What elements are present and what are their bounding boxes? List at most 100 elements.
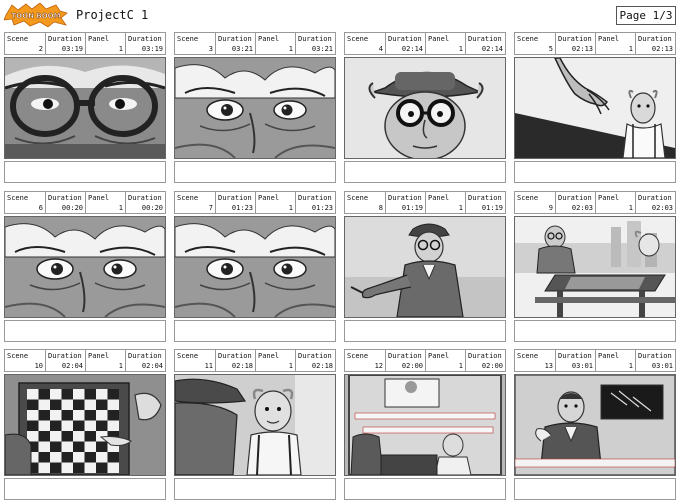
scene-cell: Scene 11	[175, 350, 216, 371]
scene-number: 2	[38, 45, 43, 53]
panel-image-old-man-eyes[interactable]	[4, 216, 166, 318]
scene-duration: 03:01	[571, 362, 593, 370]
scene-label: Scene	[517, 352, 539, 360]
scene-number: 11	[204, 362, 213, 370]
panel-notes-field[interactable]	[4, 161, 166, 183]
panel-notes-field[interactable]	[514, 478, 676, 500]
panel-info-bar: Scene 13 Duration 03:01 Panel 1 Duration…	[514, 349, 676, 372]
panel-label: Panel	[598, 352, 620, 360]
panel-number: 1	[458, 362, 463, 370]
panel-image-hand-old-man[interactable]	[514, 57, 676, 159]
panel-info-bar: Scene 9 Duration 02:03 Panel 1 Duration …	[514, 191, 676, 214]
panel-number: 1	[288, 204, 293, 212]
duration-label: Duration	[638, 35, 672, 43]
panel-image-man-pointing[interactable]	[344, 216, 506, 318]
scene-cell: Scene 4	[345, 33, 386, 54]
panel-image-old-man-eyes[interactable]	[174, 216, 336, 318]
panel-image-eyes-glasses-closeup[interactable]	[4, 57, 166, 159]
scene-label: Scene	[347, 194, 369, 202]
duration-label: Duration	[218, 194, 252, 202]
scene-cell: Scene 5	[515, 33, 556, 54]
panel-cell: Panel 1	[426, 192, 466, 213]
panel-duration-cell: Duration 01:23	[296, 192, 335, 213]
panel-notes-field[interactable]	[174, 320, 336, 342]
panel-duration: 01:19	[481, 204, 503, 212]
panel-cell: Panel 1	[256, 33, 296, 54]
panel-info-bar: Scene 6 Duration 00:20 Panel 1 Duration …	[4, 191, 166, 214]
duration-label: Duration	[128, 352, 162, 360]
scene-duration-cell: Duration 00:20	[46, 192, 86, 213]
panel-info-bar: Scene 2 Duration 03:19 Panel 1 Duration …	[4, 32, 166, 55]
panel-number: 1	[458, 204, 463, 212]
storyboard-header: TOON BOOM ProjectC 1 Page 1/3	[0, 0, 680, 30]
panel-duration-cell: Duration 02:00	[466, 350, 505, 371]
panel-image-tv-emergency[interactable]	[344, 374, 506, 476]
scene-duration: 02:13	[571, 45, 593, 53]
scene-duration-cell: Duration 03:01	[556, 350, 596, 371]
scene-number: 5	[548, 45, 553, 53]
panel-notes-field[interactable]	[514, 320, 676, 342]
panel-image-newscaster[interactable]	[514, 374, 676, 476]
duration-label: Duration	[218, 35, 252, 43]
panel-duration: 01:23	[311, 204, 333, 212]
scene-number: 10	[34, 362, 43, 370]
panel-notes-field[interactable]	[344, 320, 506, 342]
panel-duration-cell: Duration 03:19	[126, 33, 165, 54]
panel-duration-cell: Duration 01:19	[466, 192, 505, 213]
panel-number: 1	[628, 45, 633, 53]
scene-cell: Scene 13	[515, 350, 556, 371]
panel-duration: 03:21	[311, 45, 333, 53]
panel-notes-field[interactable]	[344, 478, 506, 500]
scene-number: 7	[208, 204, 213, 212]
scene-duration-cell: Duration 02:03	[556, 192, 596, 213]
panel-image-man-hat-glasses[interactable]	[344, 57, 506, 159]
panel-notes-field[interactable]	[344, 161, 506, 183]
scene-cell: Scene 12	[345, 350, 386, 371]
scene-duration: 01:19	[401, 204, 423, 212]
panel-notes-field[interactable]	[4, 478, 166, 500]
panel-label: Panel	[428, 352, 450, 360]
panel-duration: 02:14	[481, 45, 503, 53]
panel-cell: Panel 1	[426, 33, 466, 54]
panel-number: 1	[118, 45, 123, 53]
panel-info-bar: Scene 3 Duration 03:21 Panel 1 Duration …	[174, 32, 336, 55]
scene-label: Scene	[517, 35, 539, 43]
panel-notes-field[interactable]	[4, 320, 166, 342]
project-title: ProjectC 1	[76, 8, 149, 22]
duration-label: Duration	[48, 35, 82, 43]
panel-label: Panel	[428, 35, 450, 43]
panel-image-park-chess[interactable]	[514, 216, 676, 318]
scene-duration: 01:23	[231, 204, 253, 212]
panel-image-hat-old-man[interactable]	[174, 374, 336, 476]
panel-number: 1	[628, 362, 633, 370]
panel-image-old-man-eyes[interactable]	[174, 57, 336, 159]
duration-label: Duration	[48, 352, 82, 360]
panel-number: 1	[458, 45, 463, 53]
panel-duration-cell: Duration 03:21	[296, 33, 335, 54]
panel-notes-field[interactable]	[174, 478, 336, 500]
panel-label: Panel	[88, 35, 110, 43]
panel-notes-field[interactable]	[514, 161, 676, 183]
scene-duration-cell: Duration 02:14	[386, 33, 426, 54]
panel-duration-cell: Duration 02:14	[466, 33, 505, 54]
panel-label: Panel	[428, 194, 450, 202]
scene-number: 9	[548, 204, 553, 212]
panel-duration: 02:04	[141, 362, 163, 370]
scene-duration: 02:14	[401, 45, 423, 53]
panel-notes-field[interactable]	[174, 161, 336, 183]
panel-number: 1	[118, 204, 123, 212]
duration-label: Duration	[558, 194, 592, 202]
duration-label: Duration	[298, 352, 332, 360]
panel-image-chessboard-topdown[interactable]	[4, 374, 166, 476]
scene-label: Scene	[517, 194, 539, 202]
duration-label: Duration	[128, 35, 162, 43]
panel-duration-cell: Duration 02:04	[126, 350, 165, 371]
panel-duration-cell: Duration 03:01	[636, 350, 675, 371]
duration-label: Duration	[468, 352, 502, 360]
panel-info-bar: Scene 11 Duration 02:18 Panel 1 Duration…	[174, 349, 336, 372]
scene-duration-cell: Duration 03:19	[46, 33, 86, 54]
toon-boom-logo: TOON BOOM	[3, 2, 68, 28]
panel-cell: Panel 1	[256, 350, 296, 371]
panel-duration: 03:01	[651, 362, 673, 370]
duration-label: Duration	[218, 352, 252, 360]
